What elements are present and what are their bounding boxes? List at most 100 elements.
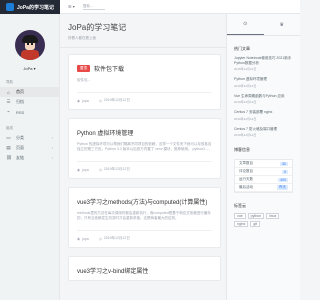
info-row: 评论数目 0 [235,168,292,176]
clock-icon: ◷ [98,98,102,103]
post-list: 置顶 软件包下载 软件包... ◉ jopa ◷ 2019年12月12日 Pytho… [60,48,226,300]
tab-new[interactable]: ♛ [264,14,301,35]
hot-post-link[interactable]: Centos 7 安装部署 nginx [234,110,293,115]
link-icon: ⛓ [6,155,12,160]
page-header: JoPa的学习笔记 好看人都在看上面 [60,14,226,48]
post-excerpt: Python 的虚拟环境可以帮我们隔离不同项目的依赖，这样一个文件夹下就可以存放… [77,142,212,151]
blog-info: 文章数目 30 评论数目 0 运行天数 400 最后活动 昨天 [234,159,293,193]
post-author: ◉ jopa [77,236,89,241]
top-bar: ☰ ▾ 搜索… [60,0,300,14]
hot-post-date: 2019年12月12日 [234,133,257,137]
brand-bar[interactable]: JoPa的学习笔记 [0,0,60,14]
components-heading: 组成 [6,126,13,130]
info-badge: 30 [280,161,288,166]
brand-title: JoPa的学习笔记 [17,4,54,11]
tag-cloud: vue python linux nginx git [234,213,293,227]
page-title: JoPa的学习笔记 [68,23,127,32]
post-excerpt: 软件包... [77,78,91,82]
hot-post-link[interactable]: Python 虚拟环境管理 [234,77,293,82]
post-date: ◷ 2019年12月12日 [98,98,130,103]
tag-link[interactable]: vue [234,213,246,219]
post-meta: ◉ jopa ◷ 2019年12月12日 [77,161,212,178]
tag-link[interactable]: git [250,221,261,227]
tab-hot[interactable]: ⊙ [227,14,264,35]
hot-post-date: 2019年12月12日 [234,100,257,104]
chevron-right-icon: › [51,136,53,140]
info-badge: 400 [278,177,288,182]
post-date: ◷ 2019年12月12日 [98,167,130,172]
sidebar-item-label: 首页 [16,89,24,94]
sidebar-item-pages[interactable]: ▤ 页面 › [0,143,59,153]
info-row: 最后活动 昨天 [235,184,292,192]
post-excerpt: methods里的方法在每次调用时都会重新执行，而computed是基于响应式依… [77,211,211,220]
sidebar-item-label: 页面 [16,145,24,150]
post-card[interactable]: Python 虚拟环境管理 Python 的虚拟环境可以帮我们隔离不同项目的依赖… [68,118,221,179]
info-badge: 0 [282,169,288,174]
hot-post-link[interactable]: Centos 7 防火墙及端口管理 [234,127,293,132]
rss-icon: ⌁ [7,109,10,114]
user-icon: ◉ [77,98,81,103]
right-panel: ⊙ ♛ 热门文章 Jupyter Notebook使用技巧 2021新手 Pyt… [226,14,300,300]
sidebar-item-label: 分类 [16,135,24,140]
tag-cloud-heading: 标签云 [234,203,246,208]
post-title-text: vue3学习之v-bind绑定属性 [77,269,149,275]
search-input[interactable]: 搜索… [82,4,105,10]
home-icon: ⌂ [7,89,10,95]
sidebar-item-categories[interactable]: ▭ 分类 › [0,133,59,143]
tag-link[interactable]: nginx [234,221,249,227]
clock-icon: ◷ [98,167,102,172]
info-badge: 昨天 [277,185,288,190]
clock-icon: ◷ [98,236,102,241]
chevron-right-icon: › [51,156,53,160]
post-title[interactable]: 置顶 软件包下载 [77,64,212,73]
site-logo [6,3,14,11]
post-title[interactable]: vue3学习之v-bind绑定属性 [77,266,212,275]
info-row: 运行天数 400 [235,176,292,184]
list-icon: ☰ [6,99,11,104]
post-card[interactable]: 置顶 软件包下载 软件包... ◉ jopa ◷ 2019年12月12日 [68,54,221,110]
page-subtitle: 好看人都在看上面 [68,36,96,40]
post-meta: ◉ jopa ◷ 2019年12月12日 [77,230,212,247]
folder-icon: ▭ [6,135,11,140]
post-title[interactable]: vue3学习之methods(方法)与computed(计算属性) [77,197,212,206]
avatar[interactable] [14,30,45,60]
hot-post-link[interactable]: Vue 生命周期函数与Python 应用 [234,94,293,99]
post-title-text: Python 虚拟环境管理 [77,131,134,137]
hot-post-date: 2019年12月12日 [234,116,257,121]
post-title-text: 软件包下载 [94,67,125,73]
tag-link[interactable]: python [247,213,265,219]
post-meta: ◉ jopa ◷ 2019年12月12日 [77,92,212,109]
right-tabs: ⊙ ♛ [227,14,300,36]
sidebar-item-links[interactable]: ⛓ 友链 › [0,153,59,163]
hot-post-link[interactable]: Jupyter Notebook使用技巧 2021新手 Python数据分析 [234,56,293,65]
sidebar-item-home[interactable]: ⌂ 首页 [0,87,59,97]
user-icon: ◉ [77,236,81,241]
hot-post-date: 2019年12月12日 [234,83,257,88]
blog-info-heading: 博客信息 [234,147,250,152]
fire-icon: ⊙ [243,21,248,27]
sidebar-item-label: 友链 [16,155,24,160]
post-card[interactable]: vue3学习之v-bind绑定属性 [68,256,221,281]
info-row: 文章数目 30 [235,160,292,168]
hot-posts: 热门文章 Jupyter Notebook使用技巧 2021新手 Python数… [227,46,300,227]
hot-post-date: 2019年12月12日 [234,67,257,71]
menu-button[interactable]: ☰ ▾ [68,4,75,9]
post-title-text: vue3学习之methods(方法)与computed(计算属性) [77,200,208,206]
sidebar-item-archive[interactable]: ☰ 归档 [0,97,59,107]
sidebar: JoPa ▾ 导航 ⌂ 首页 ☰ 归档 ⌁ RSS 组成 ▭ 分类 › ▤ 页面… [0,14,60,300]
page-icon: ▤ [6,145,11,150]
post-author: ◉ jopa [77,167,89,172]
sidebar-item-label: RSS [16,109,25,115]
hot-posts-heading: 热门文章 [234,46,250,51]
sidebar-item-rss[interactable]: ⌁ RSS [0,107,59,117]
chevron-right-icon: › [51,146,53,150]
tag-link[interactable]: linux [266,213,280,219]
nav-heading: 导航 [6,80,13,84]
menu-label: ☰ ▾ [68,4,75,9]
sidebar-item-label: 归档 [16,99,24,104]
post-card[interactable]: vue3学习之methods(方法)与computed(计算属性) method… [68,187,221,248]
pinned-badge: 置顶 [77,65,90,72]
user-icon: ◉ [77,167,81,172]
post-title[interactable]: Python 虚拟环境管理 [77,128,212,137]
post-author: ◉ jopa [77,98,89,103]
